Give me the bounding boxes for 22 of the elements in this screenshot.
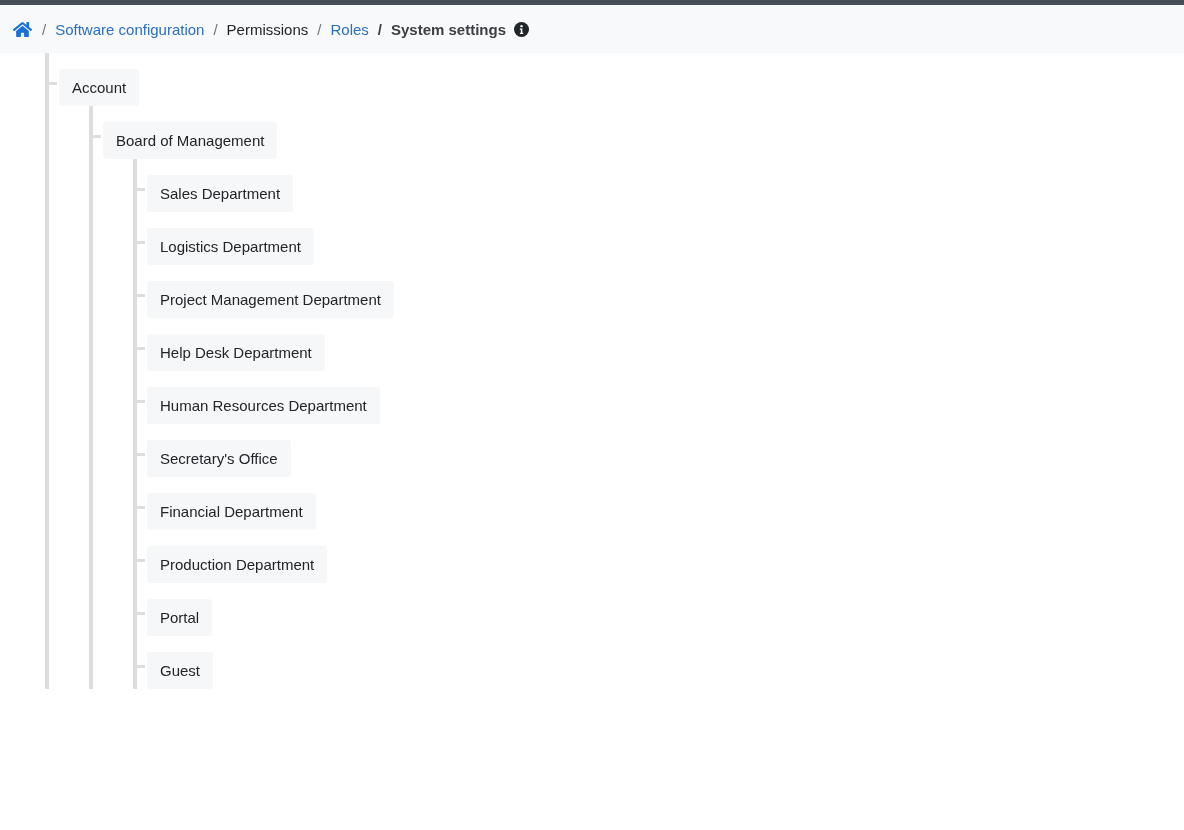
tree-node[interactable]: Sales Department xyxy=(147,175,294,212)
tree-node[interactable]: Guest xyxy=(147,652,214,689)
breadcrumb-current: System settings xyxy=(391,20,507,38)
breadcrumb-separator: / xyxy=(376,20,383,38)
breadcrumb-link[interactable]: Software configuration xyxy=(55,20,205,38)
tree-node[interactable]: Help Desk Department xyxy=(147,334,325,371)
tree-node[interactable]: Human Resources Department xyxy=(147,387,380,424)
tree-node[interactable]: Board of Management xyxy=(103,122,278,159)
home-icon[interactable] xyxy=(13,21,32,37)
tree-node[interactable]: Portal xyxy=(147,599,213,636)
tree-node[interactable]: Production Department xyxy=(147,546,328,583)
breadcrumb-link[interactable]: Roles xyxy=(330,20,369,38)
breadcrumb-separator: / xyxy=(316,20,323,38)
tree-node[interactable]: Secretary's Office xyxy=(147,440,291,477)
tree-node[interactable]: Project Management Department xyxy=(147,281,394,318)
breadcrumb-separator: / xyxy=(212,20,219,38)
breadcrumb-separator: / xyxy=(41,20,48,38)
breadcrumb-item: Permissions xyxy=(226,20,309,38)
tree-node[interactable]: Account xyxy=(59,69,140,106)
tree-node[interactable]: Financial Department xyxy=(147,493,316,530)
tree-node[interactable]: Logistics Department xyxy=(147,228,314,265)
info-icon[interactable] xyxy=(514,21,530,37)
